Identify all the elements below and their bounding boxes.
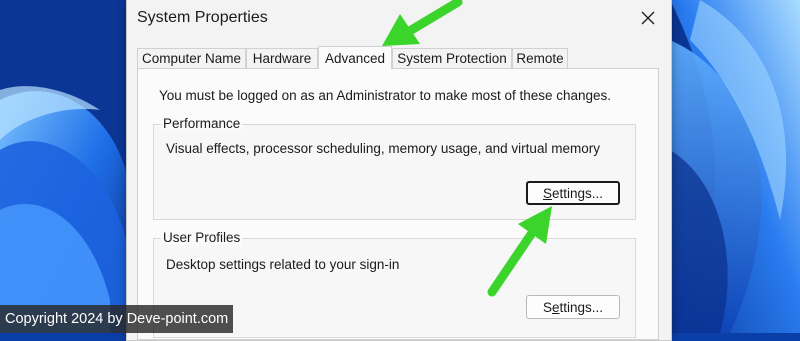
user-profiles-group-label: User Profiles	[161, 230, 243, 245]
performance-group-label: Performance	[161, 116, 243, 131]
performance-settings-label: Settings...	[542, 185, 604, 201]
tab-system-protection[interactable]: System Protection	[392, 48, 512, 68]
tab-advanced[interactable]: Advanced	[318, 46, 392, 69]
user-profiles-settings-button[interactable]: Settings...	[526, 295, 620, 319]
user-profiles-settings-label: Settings...	[542, 299, 604, 315]
user-profiles-description: Desktop settings related to your sign-in	[166, 257, 400, 272]
tab-hardware[interactable]: Hardware	[246, 48, 318, 68]
performance-settings-button[interactable]: Settings...	[526, 181, 620, 205]
system-properties-dialog: System Properties Computer Name Hardware…	[126, 0, 672, 341]
tab-remote[interactable]: Remote	[512, 48, 568, 68]
performance-group: Performance Visual effects, processor sc…	[153, 116, 636, 220]
dialog-title: System Properties	[137, 9, 268, 26]
performance-description: Visual effects, processor scheduling, me…	[166, 141, 600, 156]
advanced-tab-panel: You must be logged on as an Administrato…	[137, 68, 659, 340]
close-button[interactable]	[625, 0, 671, 36]
copyright-watermark: Copyright 2024 by Deve-point.com	[0, 305, 234, 333]
administrator-notice: You must be logged on as an Administrato…	[159, 88, 612, 103]
tab-computer-name[interactable]: Computer Name	[137, 48, 246, 68]
close-icon	[641, 11, 655, 25]
